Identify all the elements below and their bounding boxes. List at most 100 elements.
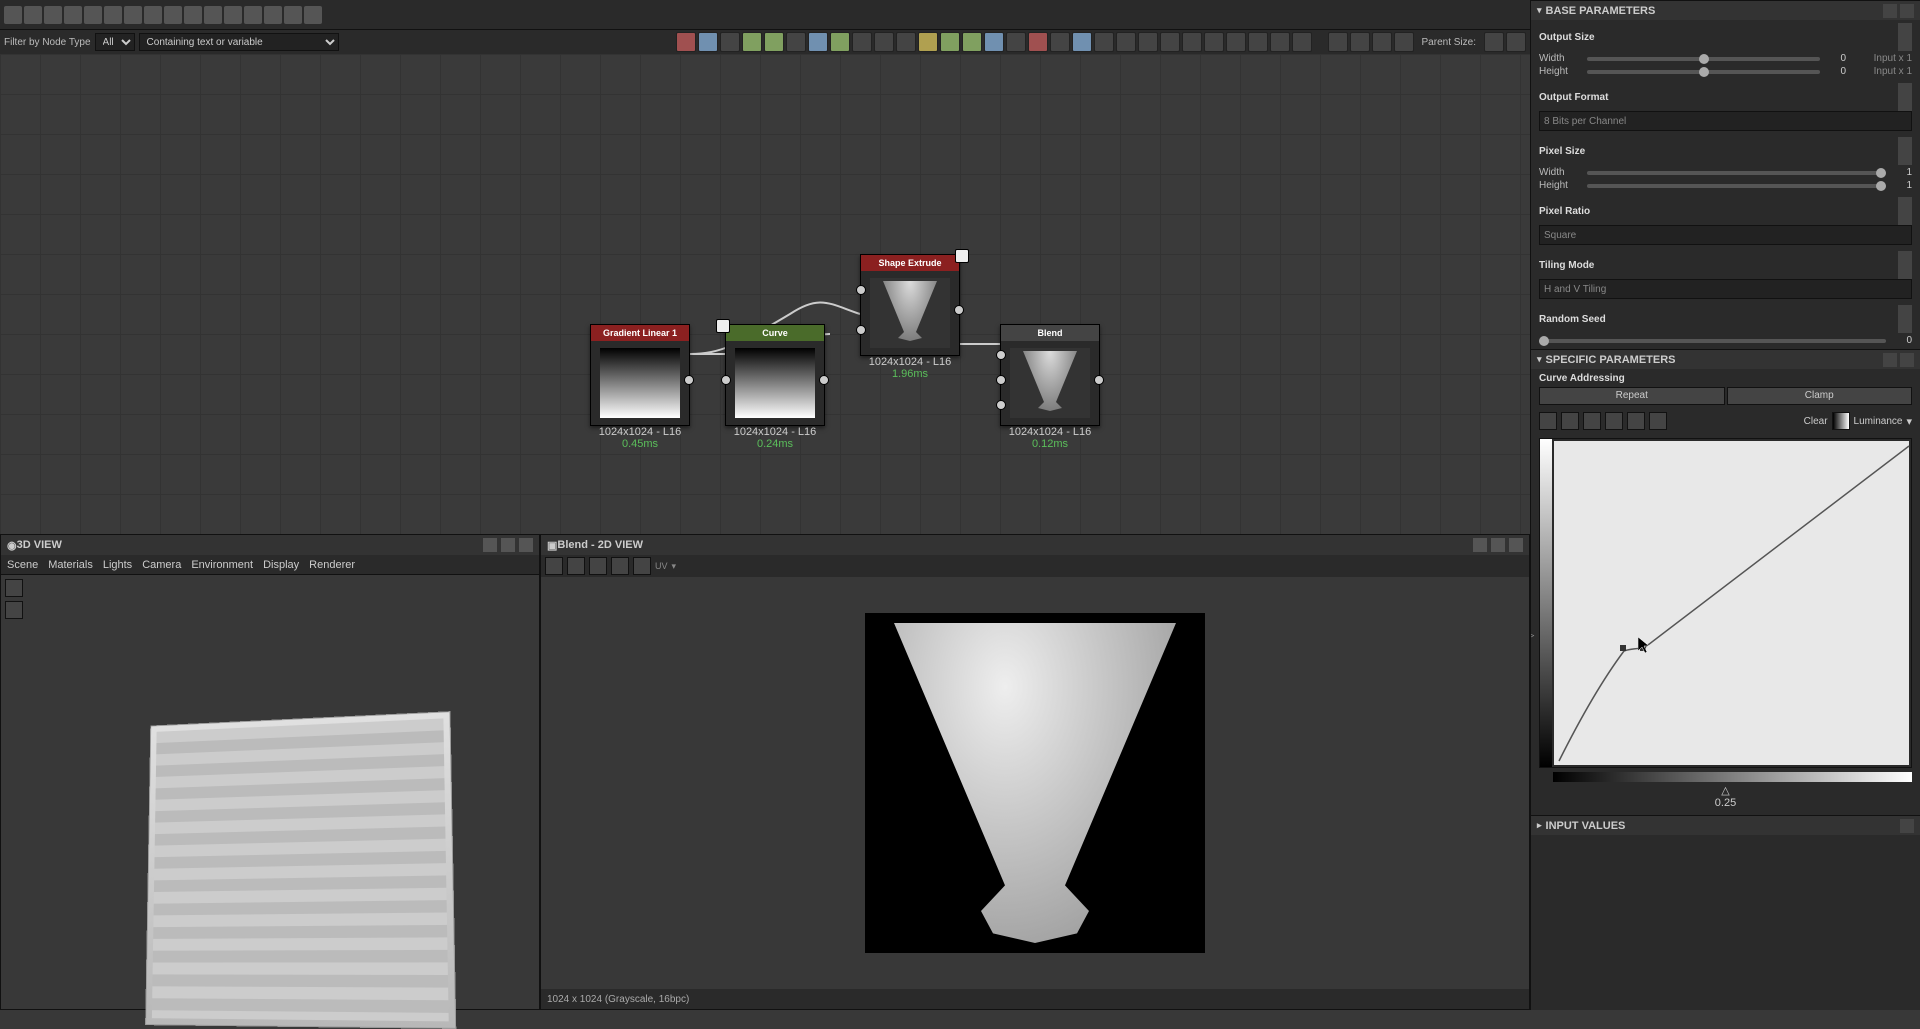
reset-icon[interactable]	[1898, 97, 1912, 111]
node-tool-icon[interactable]	[896, 32, 916, 52]
tool-icon[interactable]	[24, 6, 42, 24]
node-tool-icon[interactable]	[874, 32, 894, 52]
node-tool-icon[interactable]	[1394, 32, 1414, 52]
node-tool-icon[interactable]	[1328, 32, 1348, 52]
reset-icon[interactable]	[1900, 4, 1914, 18]
node-graph[interactable]: Gradient Linear 1 1024x1024 - L16 0.45ms…	[0, 54, 1530, 534]
close-icon[interactable]	[1509, 538, 1523, 552]
curve-editor[interactable]: 0.26▷	[1539, 438, 1912, 768]
link-icon[interactable]	[1883, 353, 1897, 367]
camera-icon[interactable]	[5, 579, 23, 597]
curve-tool-icon[interactable]	[1627, 412, 1645, 430]
node-tool-icon[interactable]	[1350, 32, 1370, 52]
tool-icon[interactable]	[144, 6, 162, 24]
link-icon[interactable]	[1898, 197, 1912, 211]
tool-icon[interactable]	[184, 6, 202, 24]
pin-icon[interactable]	[955, 249, 969, 263]
curve-tool-icon[interactable]	[1539, 412, 1557, 430]
node-tool-icon[interactable]	[1292, 32, 1312, 52]
node-tool-icon[interactable]	[1072, 32, 1092, 52]
node-tool-icon[interactable]	[698, 32, 718, 52]
tool-icon[interactable]	[224, 6, 242, 24]
menu-camera[interactable]: Camera	[142, 559, 181, 571]
node-tool-icon[interactable]	[830, 32, 850, 52]
menu-lights[interactable]: Lights	[103, 559, 132, 571]
tool-icon[interactable]	[84, 6, 102, 24]
node-blend[interactable]: Blend	[1000, 324, 1100, 426]
filter-text-select[interactable]: Containing text or variable	[139, 33, 339, 51]
tool-icon[interactable]	[264, 6, 282, 24]
popout-icon[interactable]	[501, 538, 515, 552]
view2d-viewport[interactable]	[541, 577, 1529, 989]
node-tool-icon[interactable]	[1226, 32, 1246, 52]
tool-icon[interactable]	[611, 557, 629, 575]
node-tool-icon[interactable]	[786, 32, 806, 52]
tiling-mode-select[interactable]: H and V Tiling	[1539, 279, 1912, 299]
node-tool-icon[interactable]	[962, 32, 982, 52]
curve-tool-icon[interactable]	[1649, 412, 1667, 430]
reset-icon[interactable]	[1900, 819, 1914, 833]
tool-icon[interactable]	[284, 6, 302, 24]
menu-display[interactable]: Display	[263, 559, 299, 571]
clear-button[interactable]: Clear	[1804, 416, 1828, 427]
curve-tool-icon[interactable]	[1583, 412, 1601, 430]
node-tool-icon[interactable]	[1270, 32, 1290, 52]
node-tool-icon[interactable]	[1006, 32, 1026, 52]
parent-size-icon[interactable]	[1484, 32, 1504, 52]
node-tool-icon[interactable]	[984, 32, 1004, 52]
base-parameters-header[interactable]: ▾ BASE PARAMETERS	[1531, 0, 1920, 20]
node-tool-icon[interactable]	[1182, 32, 1202, 52]
node-tool-icon[interactable]	[1248, 32, 1268, 52]
curve-tool-icon[interactable]	[1561, 412, 1579, 430]
menu-renderer[interactable]: Renderer	[309, 559, 355, 571]
tool-icon[interactable]	[589, 557, 607, 575]
node-tool-icon[interactable]	[1138, 32, 1158, 52]
link-icon[interactable]	[1898, 305, 1912, 319]
dropdown-icon[interactable]: ▾	[672, 561, 677, 572]
reset-icon[interactable]	[1898, 265, 1912, 279]
pin-icon[interactable]	[483, 538, 497, 552]
node-tool-icon[interactable]	[1028, 32, 1048, 52]
tool-icon[interactable]	[4, 6, 22, 24]
tool-icon[interactable]	[545, 557, 563, 575]
node-tool-icon[interactable]	[1204, 32, 1224, 52]
link-icon[interactable]	[1898, 23, 1912, 37]
parent-size-icon[interactable]	[1506, 32, 1526, 52]
tool-icon[interactable]	[304, 6, 322, 24]
close-icon[interactable]	[519, 538, 533, 552]
link-icon[interactable]	[1898, 137, 1912, 151]
menu-materials[interactable]: Materials	[48, 559, 93, 571]
node-tool-icon[interactable]	[1372, 32, 1392, 52]
pixel-ratio-select[interactable]: Square	[1539, 225, 1912, 245]
tool-icon[interactable]	[44, 6, 62, 24]
node-tool-icon[interactable]	[940, 32, 960, 52]
reset-icon[interactable]	[1898, 151, 1912, 165]
input-values-header[interactable]: ▸ INPUT VALUES	[1531, 815, 1920, 835]
output-format-select[interactable]: 8 Bits per Channel	[1539, 111, 1912, 131]
specific-parameters-header[interactable]: ▾ SPECIFIC PARAMETERS	[1531, 349, 1920, 369]
light-icon[interactable]	[5, 601, 23, 619]
node-tool-icon[interactable]	[720, 32, 740, 52]
link-icon[interactable]	[1883, 4, 1897, 18]
node-tool-icon[interactable]	[1094, 32, 1114, 52]
width-slider[interactable]	[1587, 57, 1820, 61]
chevron-down-icon[interactable]: ▾	[1906, 415, 1912, 428]
px-width-slider[interactable]	[1587, 171, 1886, 175]
popout-icon[interactable]	[1491, 538, 1505, 552]
node-tool-icon[interactable]	[764, 32, 784, 52]
tool-icon[interactable]	[633, 557, 651, 575]
height-slider[interactable]	[1587, 70, 1820, 74]
tool-icon[interactable]	[104, 6, 122, 24]
tool-icon[interactable]	[244, 6, 262, 24]
node-shape-extrude[interactable]: Shape Extrude	[860, 254, 960, 356]
seed-slider[interactable]	[1539, 339, 1886, 343]
node-tool-icon[interactable]	[1116, 32, 1136, 52]
node-tool-icon[interactable]	[1160, 32, 1180, 52]
filter-type-select[interactable]: All	[95, 33, 135, 51]
tool-icon[interactable]	[567, 557, 585, 575]
curve-tool-icon[interactable]	[1605, 412, 1623, 430]
node-tool-icon[interactable]	[852, 32, 872, 52]
reset-icon[interactable]	[1898, 319, 1912, 333]
node-tool-icon[interactable]	[742, 32, 762, 52]
reset-icon[interactable]	[1900, 353, 1914, 367]
